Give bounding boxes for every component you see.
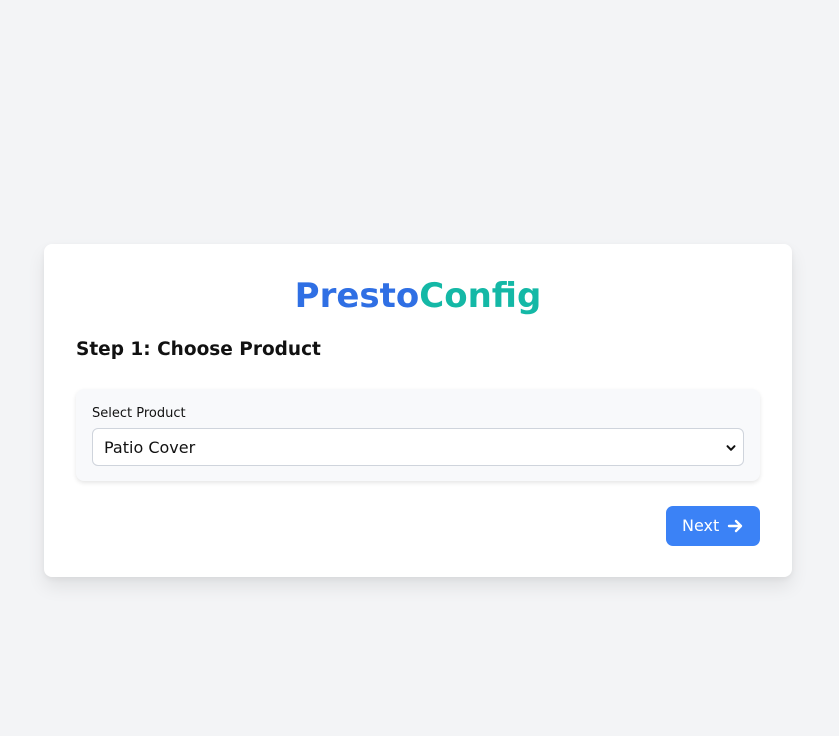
arrow-right-icon (727, 519, 743, 533)
brand-name-presto: Presto (294, 276, 420, 316)
next-button-label: Next (682, 516, 720, 535)
step-title: Step 1: Choose Product (76, 339, 321, 360)
product-select-panel: Select Product Patio Cover (76, 389, 760, 481)
brand-name-config: Config (419, 276, 542, 316)
product-select-value: Patio Cover (104, 438, 196, 457)
config-card: PrestoConfig Step 1: Choose Product Sele… (44, 244, 792, 577)
product-select[interactable]: Patio Cover (92, 428, 744, 466)
app-logo: PrestoConfig (44, 276, 792, 316)
chevron-down-icon (726, 445, 736, 451)
select-product-label: Select Product (92, 406, 186, 421)
next-button[interactable]: Next (666, 506, 760, 546)
